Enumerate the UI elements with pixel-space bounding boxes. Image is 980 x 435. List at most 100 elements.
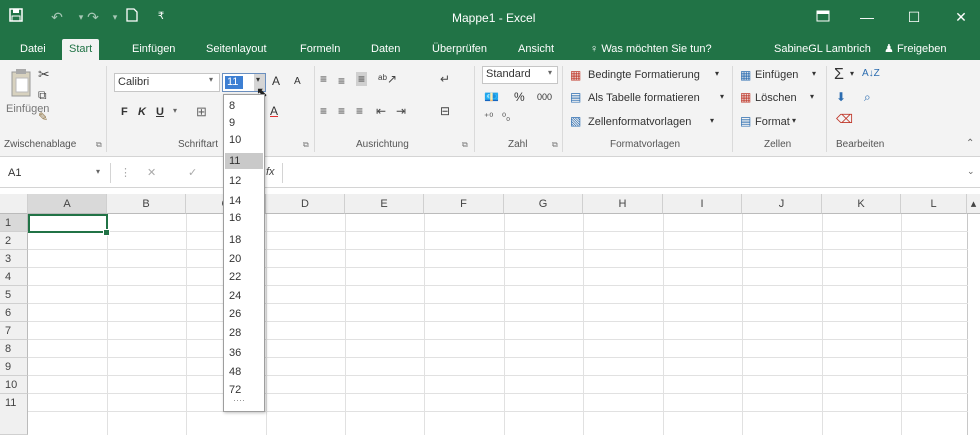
cut-icon[interactable]: ✂ <box>38 66 50 83</box>
borders-icon[interactable]: ⊞ <box>196 104 207 120</box>
format-cells-icon[interactable]: ▤ <box>740 114 751 128</box>
currency-format-icon[interactable]: 💶 <box>484 90 499 104</box>
grow-font-button[interactable]: A <box>272 74 280 88</box>
redo-icon[interactable]: ↷ <box>84 8 102 26</box>
autosum-button[interactable]: Σ <box>834 66 844 84</box>
chevron-down-icon[interactable]: ▾ <box>720 92 724 101</box>
insert-function-button[interactable]: fx <box>266 166 275 178</box>
font-size-option[interactable]: 18 <box>225 232 263 248</box>
chevron-down-icon[interactable]: ▾ <box>810 92 814 101</box>
close-button[interactable]: ✕ <box>944 6 978 28</box>
column-header[interactable]: D <box>266 194 345 214</box>
column-header[interactable]: F <box>424 194 504 214</box>
tab-einfuegen[interactable]: Einfügen <box>128 41 179 60</box>
ribbon-display-options-icon[interactable] <box>806 6 840 28</box>
column-header[interactable]: K <box>822 194 901 214</box>
chevron-down-icon[interactable]: ▾ <box>173 106 177 115</box>
row-header[interactable]: 7 <box>0 322 28 340</box>
delete-cells-icon[interactable]: ▦ <box>740 90 751 104</box>
font-size-option[interactable]: 12 <box>225 173 263 189</box>
font-size-option[interactable]: 28 <box>225 325 263 341</box>
new-file-icon[interactable] <box>123 8 141 26</box>
format-painter-icon[interactable]: ✎ <box>38 110 48 124</box>
wrap-text-icon[interactable]: ↵ <box>440 72 450 86</box>
font-size-option[interactable]: 22 <box>225 269 263 285</box>
insert-cells-button[interactable]: Einfügen <box>755 69 798 81</box>
align-middle-icon[interactable]: ≡ <box>338 74 345 88</box>
font-size-option[interactable]: 26 <box>225 306 263 322</box>
row-header[interactable]: 10 <box>0 376 28 394</box>
font-color-button[interactable]: A <box>270 104 278 118</box>
column-header[interactable]: A <box>28 194 107 214</box>
insert-cells-icon[interactable]: ▦ <box>740 68 751 82</box>
row-header[interactable]: 3 <box>0 250 28 268</box>
row-header[interactable]: 5 <box>0 286 28 304</box>
format-as-table-icon[interactable]: ▤ <box>570 90 581 104</box>
percent-button[interactable]: % <box>514 90 525 104</box>
align-right-icon[interactable]: ≡ <box>356 104 363 118</box>
tab-datei[interactable]: Datei <box>16 41 50 60</box>
row-header[interactable]: 1 <box>0 214 28 232</box>
minimize-button[interactable]: — <box>850 6 884 28</box>
number-launcher-icon[interactable]: ⧉ <box>552 140 558 150</box>
cancel-entry-button[interactable]: ✕ <box>147 166 156 179</box>
alignment-launcher-icon[interactable]: ⧉ <box>462 140 468 150</box>
font-name-combobox[interactable]: Calibri ▾ <box>114 73 220 92</box>
conditional-formatting-button[interactable]: Bedingte Formatierung <box>588 69 700 81</box>
align-bottom-icon[interactable]: ≡ <box>356 72 368 86</box>
row-header[interactable]: 9 <box>0 358 28 376</box>
row-header[interactable]: 11 <box>0 394 28 435</box>
format-as-table-button[interactable]: Als Tabelle formatieren <box>588 92 700 104</box>
italic-button[interactable]: K <box>138 106 146 118</box>
font-size-option[interactable]: 10 <box>225 132 263 148</box>
decrease-indent-icon[interactable]: ⇤ <box>376 104 386 118</box>
clear-icon[interactable]: ⌫ <box>836 112 853 126</box>
find-select-icon[interactable]: ⌕ <box>864 90 871 105</box>
font-size-option[interactable]: 48 <box>225 364 263 380</box>
underline-button[interactable]: U <box>156 106 164 118</box>
redo-dropdown-icon[interactable]: ▾ <box>106 8 124 26</box>
font-size-option[interactable]: 16 <box>225 210 263 226</box>
font-size-option[interactable]: 9 <box>225 115 263 131</box>
tell-me-search[interactable]: ♀ Was möchten Sie tun? <box>586 41 716 60</box>
column-header[interactable]: L <box>901 194 967 214</box>
tab-ansicht[interactable]: Ansicht <box>514 41 558 60</box>
font-size-option[interactable]: 8 <box>225 98 263 114</box>
tab-formeln[interactable]: Formeln <box>296 41 344 60</box>
save-icon[interactable] <box>7 8 25 26</box>
align-top-icon[interactable]: ≡ <box>320 72 327 86</box>
merge-center-icon[interactable]: ⊟ <box>440 104 450 118</box>
customize-qat-icon[interactable]: ₹ <box>152 8 170 26</box>
orientation-icon[interactable]: ᵃᵇ↗ <box>378 72 397 86</box>
scroll-up-icon[interactable]: ▴ <box>967 194 980 214</box>
font-size-option[interactable]: 36 <box>225 345 263 361</box>
number-format-combobox[interactable]: Standard ▾ <box>482 66 558 84</box>
font-size-option[interactable]: 14 <box>225 193 263 209</box>
row-header[interactable]: 8 <box>0 340 28 358</box>
bold-button[interactable]: F <box>121 106 128 118</box>
enter-entry-button[interactable]: ✓ <box>188 166 197 179</box>
cell-styles-icon[interactable]: ▧ <box>570 114 581 128</box>
font-size-option[interactable]: 20 <box>225 251 263 267</box>
column-header[interactable]: I <box>663 194 742 214</box>
font-size-option[interactable]: 24 <box>225 288 263 304</box>
copy-icon[interactable]: ⧉ <box>38 88 47 103</box>
tab-daten[interactable]: Daten <box>367 41 404 60</box>
font-size-option-selected[interactable]: 11 <box>225 153 263 169</box>
increase-indent-icon[interactable]: ⇥ <box>396 104 406 118</box>
clipboard-launcher-icon[interactable]: ⧉ <box>96 140 102 150</box>
font-launcher-icon[interactable]: ⧉ <box>303 140 309 150</box>
format-cells-button[interactable]: Format <box>755 116 790 128</box>
decrease-decimal-icon[interactable]: ⁰₀ <box>502 112 510 123</box>
share-button[interactable]: ♟ Freigeben <box>880 41 950 60</box>
delete-cells-button[interactable]: Löschen <box>755 92 797 104</box>
fill-handle[interactable] <box>103 229 110 236</box>
thousands-separator-button[interactable]: 000 <box>537 92 552 102</box>
column-header[interactable]: E <box>345 194 424 214</box>
resize-grip-icon[interactable]: ···· <box>225 396 263 406</box>
row-header[interactable]: 6 <box>0 304 28 322</box>
cell-styles-button[interactable]: Zellenformatvorlagen <box>588 116 691 128</box>
collapse-ribbon-icon[interactable]: ⌃ <box>966 138 974 149</box>
expand-formula-bar-icon[interactable]: ⌄ <box>967 166 975 177</box>
column-header[interactable]: G <box>504 194 583 214</box>
